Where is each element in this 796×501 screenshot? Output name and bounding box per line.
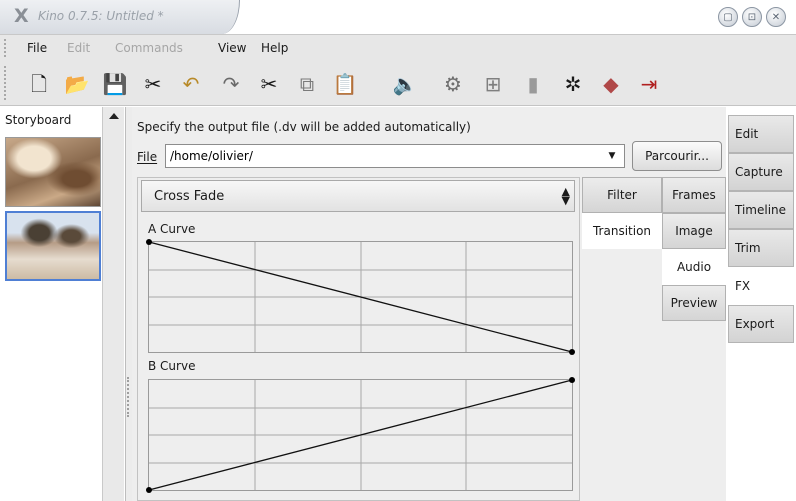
curve-b-end-handle[interactable] <box>569 377 575 383</box>
main-area: Specify the output file (.dv will be add… <box>132 107 726 501</box>
capture-icon[interactable]: ⚙ <box>440 71 466 97</box>
fx-subtabs: Frames Image Audio Preview <box>662 177 726 501</box>
minimize-icon: ▢ <box>723 11 733 23</box>
main-mode-tabs: Edit Capture Timeline Trim FX Export <box>726 107 796 501</box>
toolbar-grip[interactable] <box>4 66 7 100</box>
storyboard-thumbnail-selected[interactable] <box>5 211 101 281</box>
file-label: File <box>137 150 157 164</box>
close-button[interactable]: ✕ <box>766 7 786 27</box>
storyboard-label: Storyboard <box>5 113 72 127</box>
curve-b-plot <box>146 377 575 493</box>
menu-commands[interactable]: Commands <box>115 41 183 55</box>
eraser-icon[interactable]: ◆ <box>598 71 624 97</box>
curve-a-start-handle[interactable] <box>146 239 152 245</box>
tab-timeline[interactable]: Timeline <box>728 191 794 229</box>
clip-icon[interactable]: ▮ <box>520 71 546 97</box>
tab-audio[interactable]: Audio <box>662 249 726 285</box>
storyboard-thumbnail[interactable] <box>5 137 101 207</box>
undo-icon[interactable]: ↶ <box>178 71 204 97</box>
close-icon: ✕ <box>771 11 781 23</box>
tab-transition[interactable]: Transition <box>582 213 662 249</box>
redo-icon[interactable]: ↷ <box>218 71 244 97</box>
tab-frames[interactable]: Frames <box>662 177 726 213</box>
menu-bar: File Edit Commands View Help <box>0 34 796 60</box>
cut-icon[interactable]: ✂ <box>256 71 282 97</box>
paste-icon[interactable]: 📋 <box>332 71 358 97</box>
save-icon[interactable]: 💾 <box>102 71 128 97</box>
maximize-button[interactable]: ⊡ <box>742 7 762 27</box>
tab-image[interactable]: Image <box>662 213 726 249</box>
curve-a-end-handle[interactable] <box>569 349 575 355</box>
exit-icon[interactable]: ⇥ <box>636 71 662 97</box>
storyboard-scrollbar[interactable] <box>102 107 124 501</box>
chevron-down-icon[interactable]: ▼ <box>602 147 622 165</box>
fx-panel: Cross Fade ▲ ▼ A Curve B Curve <box>137 177 580 501</box>
tab-export[interactable]: Export <box>728 305 794 343</box>
curve-a-graph[interactable] <box>146 239 575 355</box>
tab-fx[interactable]: FX <box>728 267 794 305</box>
new-file-icon[interactable]: 🗋 <box>26 71 52 97</box>
tab-preview[interactable]: Preview <box>662 285 726 321</box>
transition-select[interactable]: Cross Fade ▲ ▼ <box>141 180 575 212</box>
window-title: Kino 0.7.5: Untitled * <box>38 9 164 23</box>
copy-icon[interactable]: ⧉ <box>294 71 320 97</box>
menu-help[interactable]: Help <box>261 41 288 55</box>
scroll-up-icon[interactable] <box>109 113 119 119</box>
storyboard-panel: Storyboard <box>0 107 126 501</box>
speaker-icon[interactable]: 🔈 <box>392 71 418 97</box>
transition-select-value: Cross Fade <box>154 189 225 204</box>
filter-transition-tabs: Filter Transition <box>582 177 662 501</box>
maximize-icon: ⊡ <box>747 11 757 23</box>
open-folder-icon[interactable]: 📂 <box>64 71 90 97</box>
title-bar: X Kino 0.7.5: Untitled * ▢ ⊡ ✕ <box>0 0 796 34</box>
splitter-grip[interactable] <box>127 377 130 417</box>
menu-grip[interactable] <box>4 39 7 57</box>
menu-file[interactable]: File <box>27 41 47 55</box>
file-label-text: File <box>137 150 158 164</box>
curve-a-plot <box>146 239 575 355</box>
output-hint: Specify the output file (.dv will be add… <box>137 120 471 134</box>
scene-icon[interactable]: ⊞ <box>480 71 506 97</box>
browse-button[interactable]: Parcourir... <box>632 141 722 171</box>
curve-a-label: A Curve <box>148 222 196 236</box>
curve-b-start-handle[interactable] <box>146 487 152 493</box>
tab-edit[interactable]: Edit <box>728 115 794 153</box>
toolbar: 🗋 📂 💾 ✂ ↶ ↷ ✂ ⧉ 📋 🔈 ⚙ ⊞ ▮ ✲ ◆ ⇥ <box>0 60 796 106</box>
tab-filter[interactable]: Filter <box>582 177 662 213</box>
tools-icon[interactable]: ✂ <box>140 71 166 97</box>
curve-b-graph[interactable] <box>146 377 575 493</box>
minimize-button[interactable]: ▢ <box>718 7 738 27</box>
menu-view[interactable]: View <box>218 41 246 55</box>
app-logo-icon: X <box>14 5 29 27</box>
file-path-input[interactable] <box>165 144 625 168</box>
menu-edit[interactable]: Edit <box>67 41 90 55</box>
spinner-arrows-icon: ▲ ▼ <box>561 185 570 207</box>
properties-icon[interactable]: ✲ <box>560 71 586 97</box>
tab-capture[interactable]: Capture <box>728 153 794 191</box>
curve-b-label: B Curve <box>148 359 196 373</box>
tab-trim[interactable]: Trim <box>728 229 794 267</box>
